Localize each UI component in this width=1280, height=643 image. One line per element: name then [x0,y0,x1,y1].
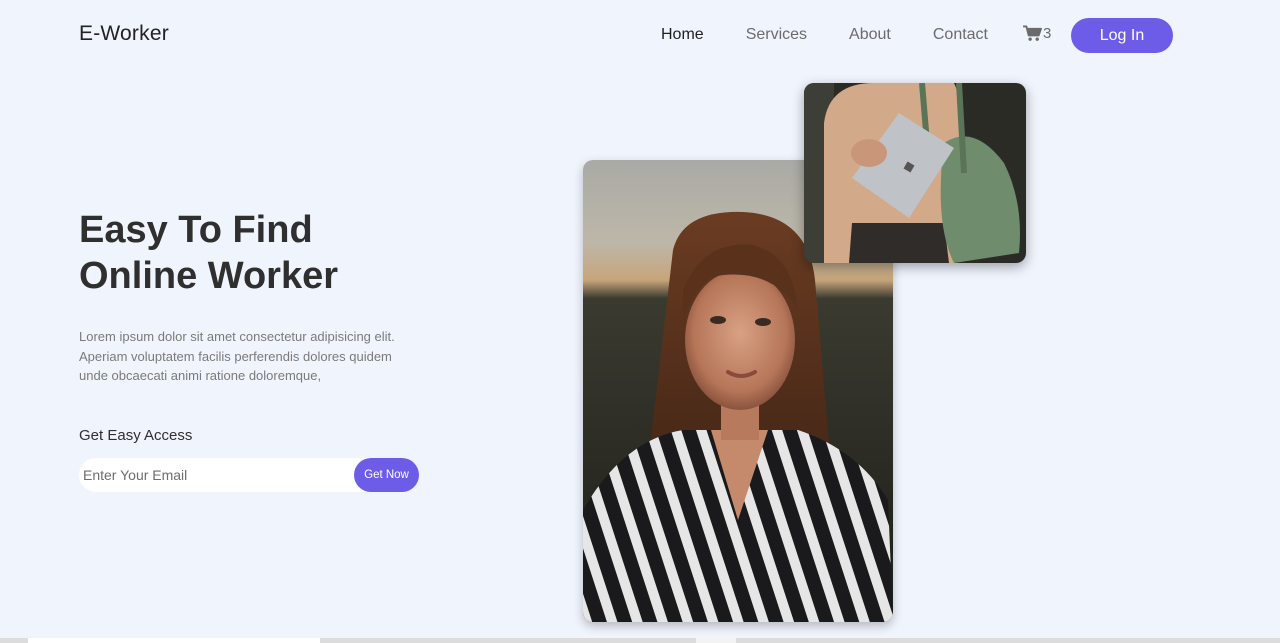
hero-title-line-1: Easy To Find [79,209,313,251]
top-navigation: E-Worker Home Services About Contact 3 L… [0,0,1280,70]
hero-description-line-2: Aperiam voluptatem facilis perferendis d… [79,348,392,364]
nav-link-services[interactable]: Services [746,26,807,44]
hero-title: Easy To Find Online Worker [79,207,459,299]
email-input[interactable] [79,458,349,492]
horizontal-scrollbar[interactable] [0,638,1280,643]
nav-link-contact[interactable]: Contact [933,26,988,44]
hero-title-line-2: Online Worker [79,255,339,297]
brand-logo[interactable]: E-Worker [79,22,169,46]
get-now-button[interactable]: Get Now [354,458,419,492]
access-label: Get Easy Access [79,427,193,444]
hero-description: Lorem ipsum dolor sit amet consectetur a… [79,327,409,386]
hero-photo-laptop [804,83,1026,263]
hero-description-line-3: unde obcaecati animi ratione doloremque, [79,368,322,383]
nav-menu: Home Services About Contact [661,26,1030,44]
cart-button[interactable]: 3 [1023,25,1051,42]
email-signup-form: Get Now [79,458,419,492]
laptop-image [804,83,1026,263]
cart-count: 3 [1043,25,1052,42]
nav-link-home[interactable]: Home [661,26,704,44]
scrollbar-segment [696,638,736,643]
scrollbar-segment [28,638,320,643]
login-button[interactable]: Log In [1071,18,1173,53]
cart-icon [1023,25,1042,41]
nav-link-about[interactable]: About [849,26,891,44]
hero-description-line-1: Lorem ipsum dolor sit amet consectetur a… [79,329,395,344]
